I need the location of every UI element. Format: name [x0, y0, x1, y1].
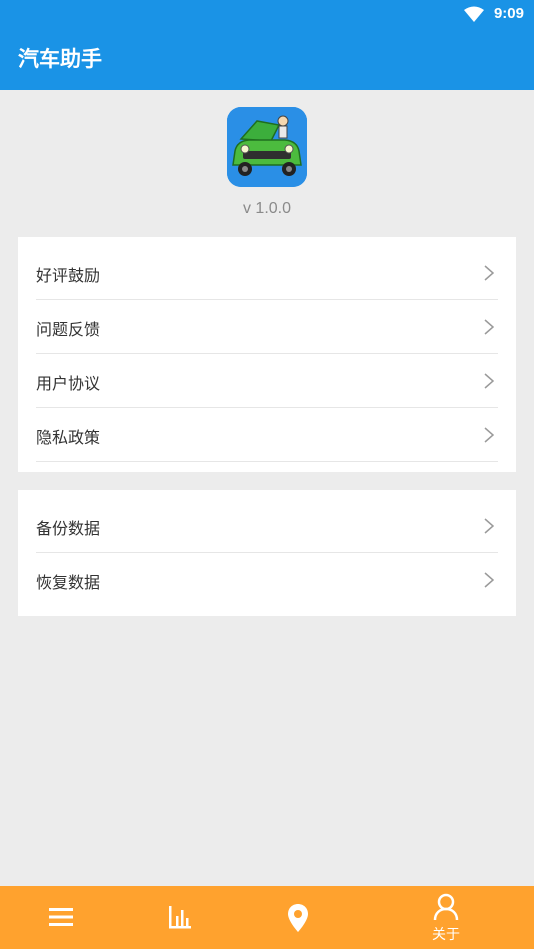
bar-chart-icon	[169, 906, 191, 929]
tab-statistics[interactable]	[150, 886, 210, 949]
menu-item-privacy-policy[interactable]: 隐私政策	[36, 408, 498, 462]
chevron-right-icon	[484, 572, 494, 588]
status-bar: 9:09	[0, 0, 534, 28]
list-icon	[49, 908, 73, 926]
chevron-right-icon	[484, 373, 494, 389]
menu-item-rate[interactable]: 好评鼓励	[36, 246, 498, 300]
tab-about-label: 关于	[432, 927, 460, 943]
tab-about[interactable]: 关于	[416, 886, 476, 949]
menu-item-label: 好评鼓励	[36, 266, 101, 285]
menu-item-label: 隐私政策	[36, 428, 101, 447]
person-icon	[433, 893, 459, 921]
menu-item-feedback[interactable]: 问题反馈	[36, 300, 498, 354]
app-bar: 汽车助手	[0, 28, 534, 90]
status-time: 9:09	[493, 5, 524, 22]
menu-item-user-agreement[interactable]: 用户协议	[36, 354, 498, 408]
menu-item-label: 恢复数据	[36, 573, 101, 592]
menu-card-feedback: 好评鼓励 问题反馈 用户协议 隐私政策	[18, 237, 516, 472]
chevron-right-icon	[484, 319, 494, 335]
bottom-nav: 关于	[0, 886, 534, 949]
tab-location[interactable]	[268, 886, 328, 949]
chevron-right-icon	[484, 427, 494, 443]
car-repair-app-icon	[227, 107, 307, 187]
menu-item-backup-data[interactable]: 备份数据	[36, 499, 498, 553]
tab-list[interactable]	[31, 886, 91, 949]
menu-item-label: 用户协议	[36, 374, 101, 393]
menu-card-data: 备份数据 恢复数据	[18, 490, 516, 616]
menu-item-restore-data[interactable]: 恢复数据	[36, 553, 498, 607]
chevron-right-icon	[484, 265, 494, 281]
chevron-right-icon	[484, 518, 494, 534]
menu-item-label: 备份数据	[36, 519, 101, 538]
app-version: v 1.0.0	[242, 200, 292, 217]
location-pin-icon	[288, 904, 308, 932]
menu-item-label: 问题反馈	[36, 320, 101, 339]
wifi-icon	[464, 6, 484, 22]
page-title: 汽车助手	[18, 47, 102, 71]
